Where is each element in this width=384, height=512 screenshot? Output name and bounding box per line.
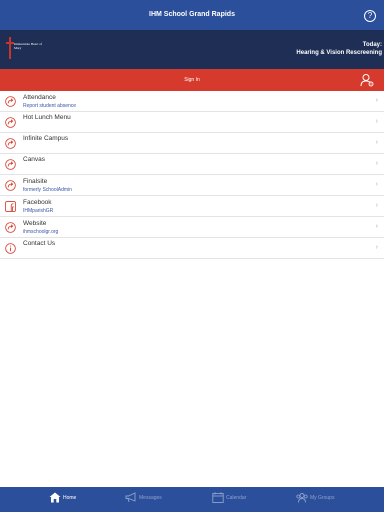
menu-item-finalsite[interactable]: Finalsite formerly SchoolAdmin › [0, 175, 384, 196]
user-settings-icon[interactable] [360, 73, 374, 87]
menu-item-label: Hot Lunch Menu [23, 114, 71, 121]
menu-item-attendance[interactable]: Attendance Report student absence › [0, 91, 384, 112]
menu-item-contact-us[interactable]: Contact Us › [0, 238, 384, 259]
tab-home-label: Home [63, 495, 77, 501]
help-button[interactable]: ? [364, 10, 376, 22]
chevron-right-icon: › [375, 160, 378, 167]
school-logo: Immaculate Heart of Mary [6, 37, 42, 61]
link-arrow-icon [5, 96, 16, 107]
menu-item-label: Facebook [23, 199, 52, 206]
chevron-right-icon: › [375, 139, 378, 146]
top-bar: IHM School Grand Rapids ? [0, 0, 384, 30]
menu-item-website[interactable]: Website ihmschoolgr.org › [0, 217, 384, 238]
menu-item-label: Finalsite [23, 178, 48, 185]
tab-home[interactable]: Home [49, 487, 89, 512]
tab-calendar-label: Calendar [226, 495, 247, 501]
link-arrow-icon [5, 222, 16, 233]
link-arrow-icon [5, 180, 16, 191]
menu-list: Attendance Report student absence › Hot … [0, 91, 384, 259]
menu-item-facebook[interactable]: Facebook IHMparishGR › [0, 196, 384, 217]
link-arrow-icon [5, 138, 16, 149]
groups-icon [296, 493, 308, 503]
tab-my-groups[interactable]: My Groups [296, 487, 346, 512]
sign-in-label: Sign In [184, 77, 200, 83]
bottom-tab-bar: Home Messages Calendar My Groups [0, 487, 384, 512]
chevron-right-icon: › [375, 244, 378, 251]
menu-item-canvas[interactable]: Canvas › [0, 154, 384, 175]
link-arrow-icon [5, 159, 16, 170]
chevron-right-icon: › [375, 202, 378, 209]
megaphone-icon [125, 492, 136, 503]
menu-item-sublabel: ihmschoolgr.org [23, 229, 59, 235]
tab-my-groups-label: My Groups [310, 495, 335, 501]
menu-item-sublabel: formerly SchoolAdmin [23, 187, 72, 193]
home-icon [49, 492, 61, 503]
question-circle-icon: ? [367, 11, 373, 20]
tab-messages-label: Messages [139, 495, 162, 501]
today-announcement: Today: Hearing & Vision Rescreening [296, 41, 382, 57]
tab-messages[interactable]: Messages [125, 487, 175, 512]
chevron-right-icon: › [375, 223, 378, 230]
app-title: IHM School Grand Rapids [149, 11, 235, 18]
calendar-icon [212, 492, 224, 503]
menu-item-label: Canvas [23, 156, 46, 163]
menu-item-label: Attendance [23, 94, 56, 101]
menu-item-label: Website [23, 220, 47, 227]
logo-text: Immaculate Heart of Mary [14, 42, 43, 50]
menu-item-sublabel: Report student absence [23, 103, 77, 109]
menu-item-sublabel: IHMparishGR [23, 208, 54, 214]
sign-in-bar[interactable]: Sign In [0, 69, 384, 91]
chevron-right-icon: › [375, 118, 378, 125]
menu-item-hot-lunch[interactable]: Hot Lunch Menu › [0, 112, 384, 133]
facebook-icon [5, 201, 16, 212]
menu-item-infinite-campus[interactable]: Infinite Campus › [0, 133, 384, 154]
menu-item-label: Infinite Campus [23, 135, 69, 142]
link-arrow-icon [5, 117, 16, 128]
info-icon [5, 243, 16, 254]
chevron-right-icon: › [375, 97, 378, 104]
cross-bar [6, 42, 14, 44]
chevron-right-icon: › [375, 181, 378, 188]
tab-calendar[interactable]: Calendar [212, 487, 262, 512]
school-banner: Immaculate Heart of Mary Today: Hearing … [0, 30, 384, 69]
today-label: Today: [362, 42, 382, 48]
today-value: Hearing & Vision Rescreening [296, 50, 382, 56]
cross-icon [9, 37, 11, 59]
menu-item-label: Contact Us [23, 240, 56, 247]
